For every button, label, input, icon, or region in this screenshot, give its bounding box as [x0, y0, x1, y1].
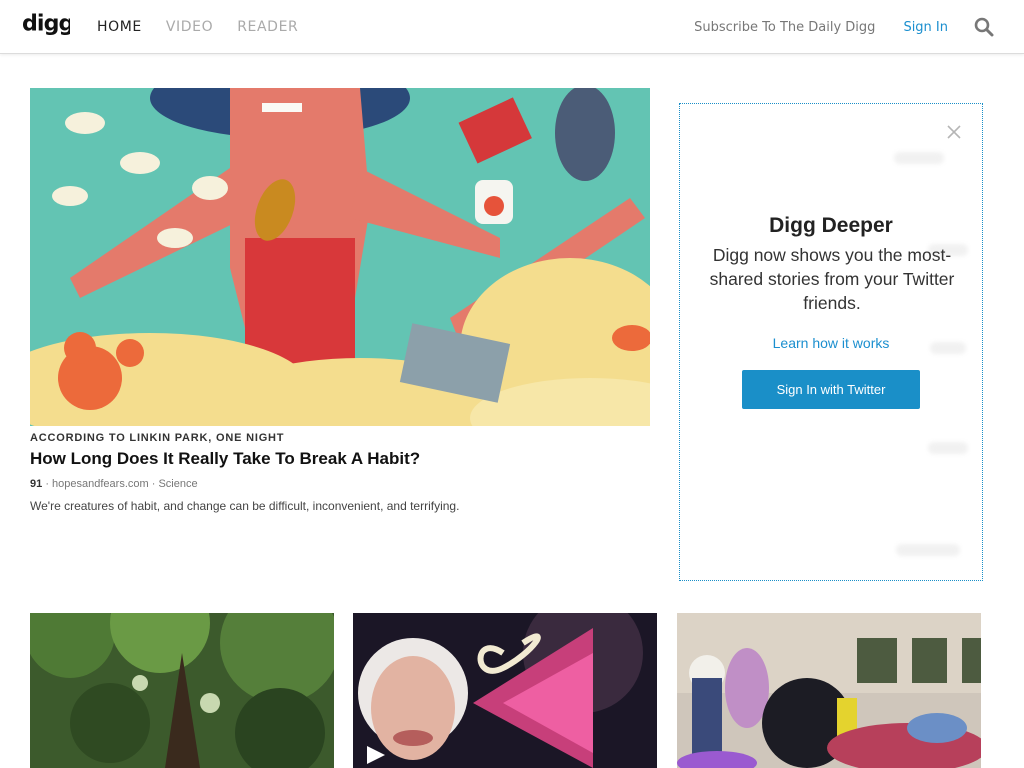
feature-illustration[interactable] — [30, 88, 650, 426]
story-category[interactable]: Science — [158, 478, 197, 490]
subscribe-link[interactable]: Subscribe To The Daily Digg — [694, 20, 875, 35]
close-icon[interactable] — [946, 124, 962, 140]
learn-how-link[interactable]: Learn how it works — [680, 335, 982, 351]
header-actions: Subscribe To The Daily Digg Sign In — [694, 0, 994, 54]
sign-in-with-twitter-button[interactable]: Sign In with Twitter — [742, 370, 920, 409]
digg-score[interactable]: 91 — [30, 478, 42, 490]
woman-triangle-video-thumbnail[interactable] — [353, 613, 657, 768]
story-meta: 91 · hopesandfears.com · Science — [30, 478, 198, 490]
story-source[interactable]: hopesandfears.com — [52, 478, 149, 490]
svg-text:digg: digg — [22, 11, 70, 37]
nav-reader[interactable]: READER — [237, 19, 298, 35]
main-nav: HOME VIDEO READER — [97, 0, 322, 54]
top-header: digg HOME VIDEO READER Subscribe To The … — [0, 0, 1024, 54]
digg-deeper-panel: Digg Deeper Digg now shows you the most-… — [679, 103, 983, 581]
blurred-placeholder — [894, 152, 944, 164]
forest-canopy-image[interactable] — [30, 613, 334, 768]
story-headline[interactable]: How Long Does It Really Take To Break A … — [30, 449, 420, 469]
nav-home[interactable]: HOME — [97, 19, 142, 35]
deeper-title: Digg Deeper — [769, 214, 893, 237]
refugee-children-image[interactable] — [677, 613, 981, 768]
blurred-placeholder — [896, 544, 960, 556]
search-icon[interactable] — [974, 17, 994, 37]
sign-in-link[interactable]: Sign In — [903, 20, 948, 35]
deeper-description: Digg now shows you the most-shared stori… — [709, 245, 955, 313]
blurred-placeholder — [928, 442, 968, 454]
meta-separator: · — [45, 478, 49, 490]
story-description: We're creatures of habit, and change can… — [30, 499, 460, 513]
story-kicker: ACCORDING TO LINKIN PARK, ONE NIGHT — [30, 432, 285, 444]
nav-video[interactable]: VIDEO — [166, 19, 213, 35]
digg-logo[interactable]: digg — [22, 9, 70, 43]
meta-separator: · — [151, 478, 156, 490]
